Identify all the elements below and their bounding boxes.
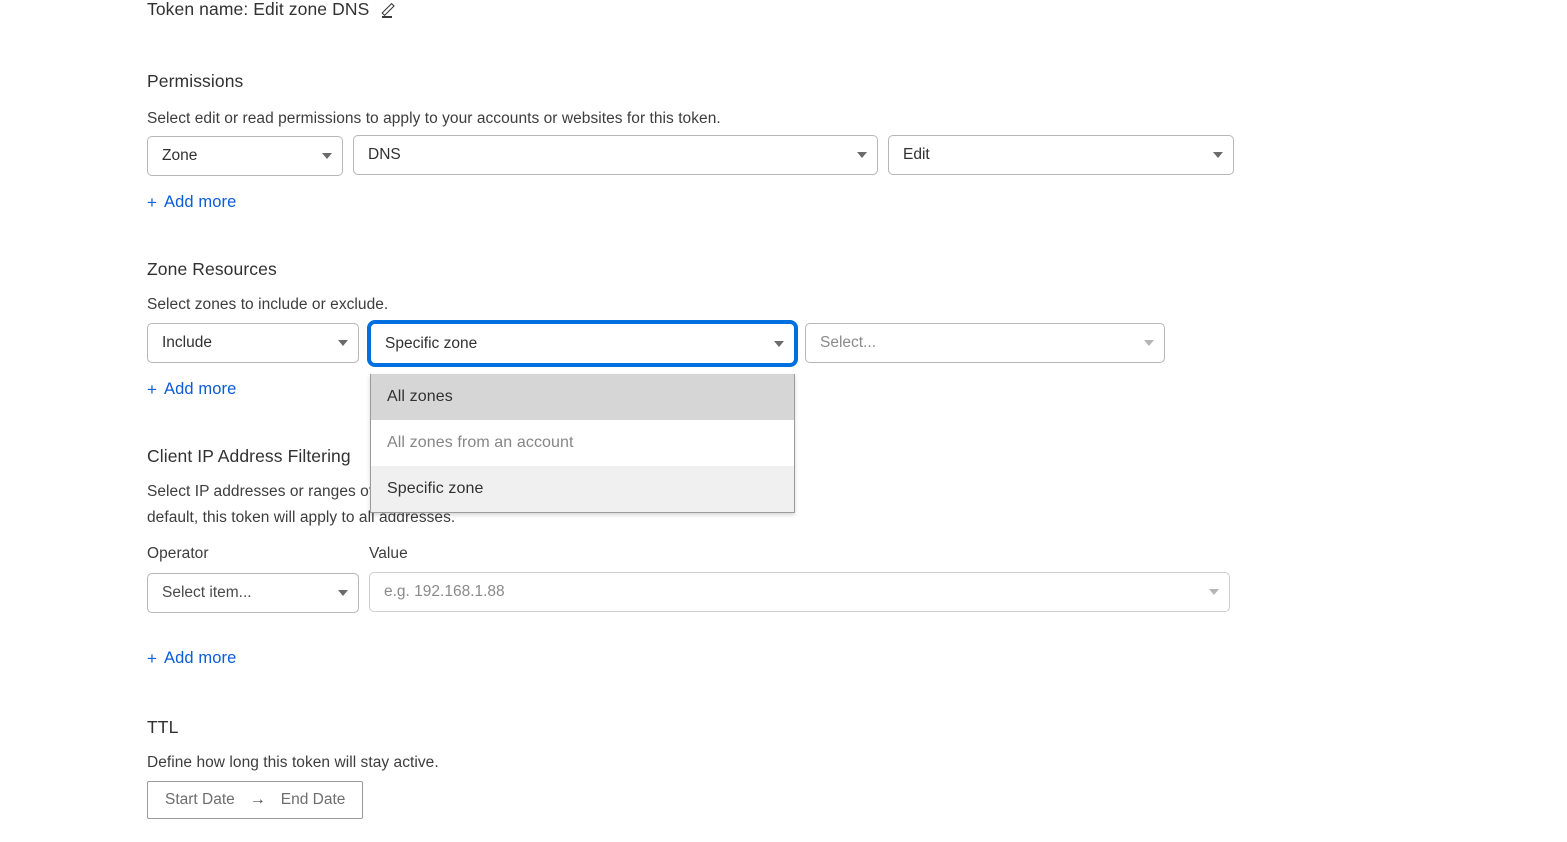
dropdown-option-all-zones-from-an-account: All zones from an account [371, 420, 794, 466]
token-name-label: Token name: Edit zone DNS [147, 0, 370, 19]
dropdown-option-label: Specific zone [387, 480, 484, 497]
zone-resources-scope-value: Specific zone [385, 334, 478, 352]
permissions-add-more-link[interactable]: + Add more [147, 193, 236, 212]
client-ip-section-title: Client IP Address Filtering [147, 446, 351, 466]
token-name-row: Token name: Edit zone DNS [147, 0, 396, 22]
zone-scope-dropdown-panel[interactable]: All zones All zones from an account Spec… [370, 374, 795, 513]
permissions-scope-value: Zone [162, 147, 198, 164]
value-placeholder: e.g. 192.168.1.88 [384, 583, 505, 600]
permissions-add-more-label: Add more [164, 193, 237, 211]
zone-resources-add-more-label: Add more [164, 380, 237, 398]
permissions-resource-value: DNS [368, 146, 401, 163]
dropdown-option-label: All zones [387, 388, 453, 405]
permissions-access-value: Edit [903, 146, 930, 163]
dropdown-option-specific-zone[interactable]: Specific zone [371, 466, 794, 512]
zone-resources-mode-select[interactable]: Include [147, 323, 359, 363]
chevron-down-icon [1209, 589, 1219, 595]
dropdown-option-label: All zones from an account [387, 434, 574, 451]
operator-select[interactable]: Select item... [147, 573, 359, 613]
client-ip-add-more-link[interactable]: + Add more [147, 649, 236, 668]
permissions-scope-select[interactable]: Zone [147, 136, 343, 176]
chevron-down-icon [857, 152, 867, 158]
zone-resources-add-more-link[interactable]: + Add more [147, 380, 236, 399]
zone-resources-section-title: Zone Resources [147, 259, 277, 279]
dropdown-option-all-zones[interactable]: All zones [371, 374, 794, 420]
arrow-right-icon: → [249, 791, 266, 808]
permissions-section-description: Select edit or read permissions to apply… [147, 110, 721, 127]
zone-resources-mode-value: Include [162, 334, 212, 351]
ttl-section-title: TTL [147, 717, 179, 737]
plus-icon: + [147, 649, 158, 668]
chevron-down-icon [774, 340, 784, 347]
ttl-start-date-label: Start Date [165, 791, 235, 808]
pencil-icon[interactable] [379, 2, 396, 19]
zone-resources-target-select[interactable]: Select... [805, 323, 1165, 363]
chevron-down-icon [1213, 152, 1223, 158]
zone-resources-section-description: Select zones to include or exclude. [147, 296, 389, 313]
chevron-down-icon [338, 590, 348, 596]
chevron-down-icon [1144, 340, 1154, 346]
permissions-access-select[interactable]: Edit [888, 135, 1234, 175]
operator-field-label: Operator [147, 545, 209, 562]
permissions-section-title: Permissions [147, 71, 244, 91]
ttl-date-range-picker[interactable]: Start Date → End Date [147, 781, 364, 819]
value-field-label: Value [369, 545, 408, 562]
zone-resources-target-placeholder: Select... [820, 334, 876, 351]
client-ip-add-more-label: Add more [164, 649, 237, 667]
plus-icon: + [147, 380, 158, 399]
api-token-form-page: Token name: Edit zone DNS Permissions Se… [0, 0, 1567, 842]
plus-icon: + [147, 193, 158, 212]
chevron-down-icon [338, 340, 348, 346]
operator-placeholder: Select item... [162, 584, 252, 601]
permissions-resource-select[interactable]: DNS [353, 135, 878, 175]
ttl-end-date-label: End Date [280, 791, 346, 808]
zone-resources-scope-select[interactable]: Specific zone [369, 322, 796, 365]
value-input[interactable]: e.g. 192.168.1.88 [369, 572, 1230, 612]
ttl-section-description: Define how long this token will stay act… [147, 754, 439, 771]
chevron-down-icon [322, 153, 332, 159]
